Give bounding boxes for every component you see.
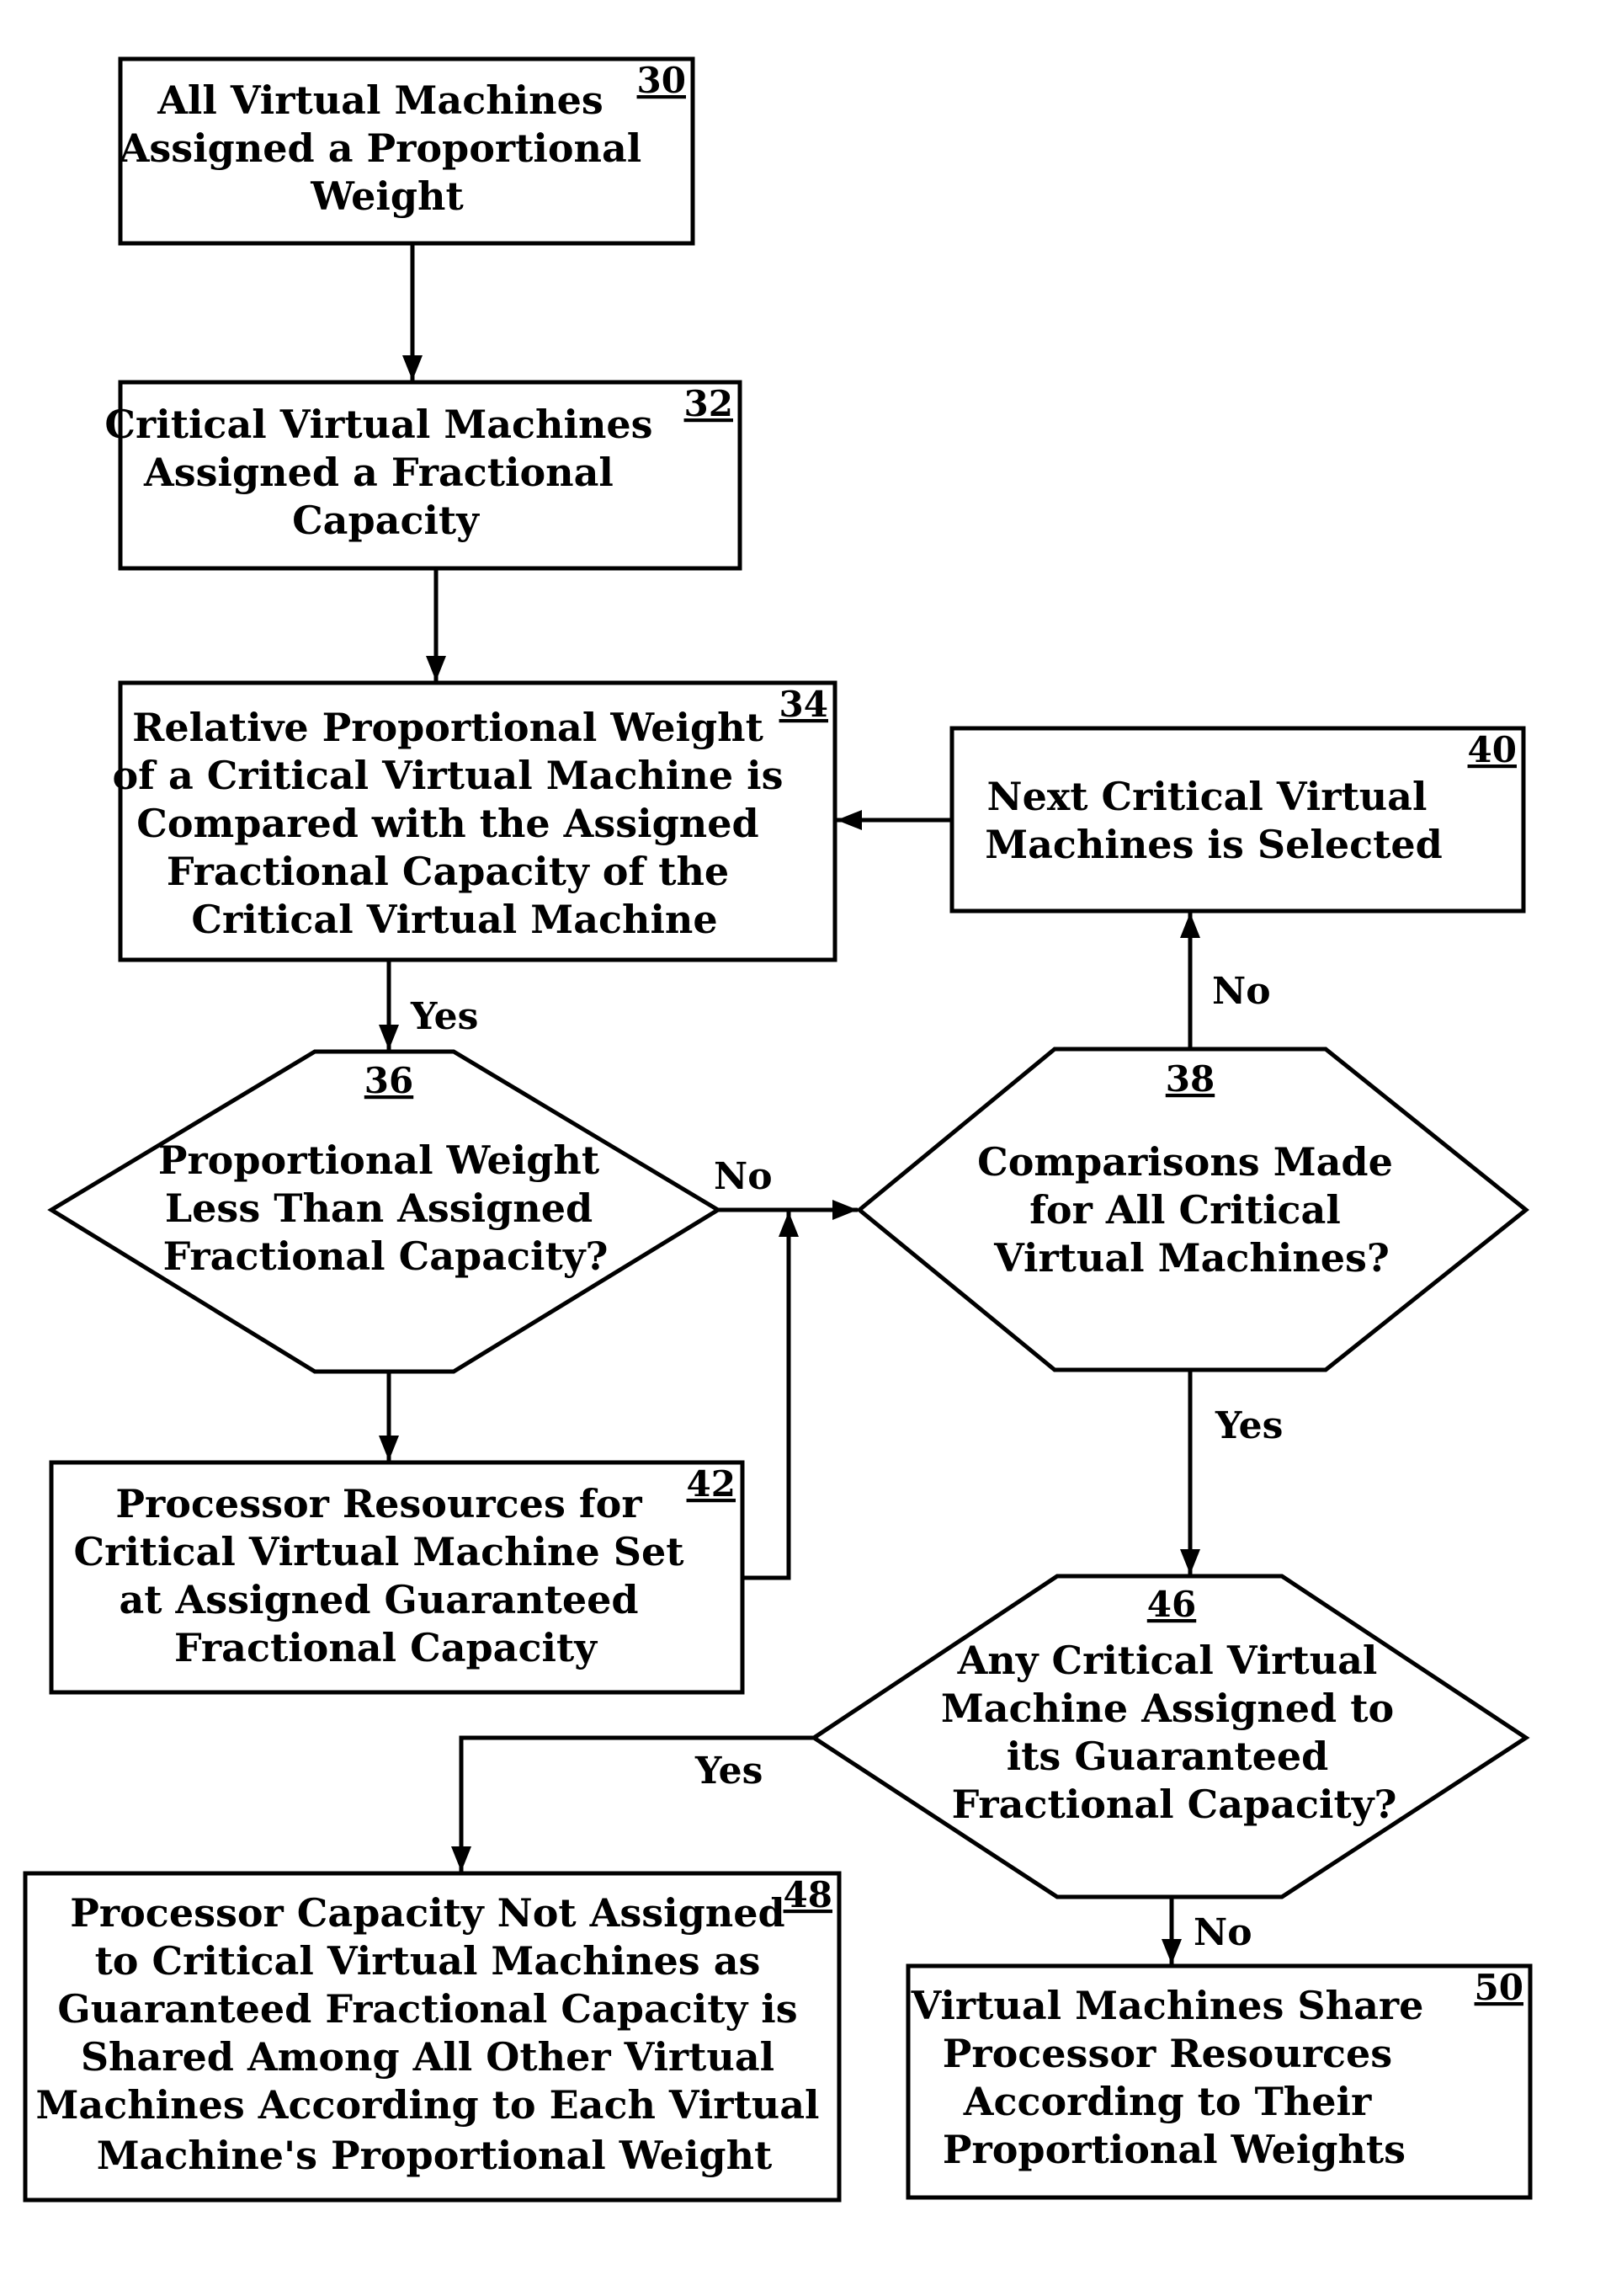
node-46: 46 Any Critical Virtual Machine Assigned… bbox=[810, 1574, 1530, 1899]
node-36-ref: 36 bbox=[364, 1060, 413, 1101]
edge-label-no-46-50: No bbox=[1194, 1911, 1252, 1954]
node-30: 30 All Virtual Machines Assigned a Propo… bbox=[118, 56, 695, 246]
node-40-ref: 40 bbox=[1468, 729, 1517, 770]
node-38-ref: 38 bbox=[1166, 1058, 1215, 1100]
node-46-ref: 46 bbox=[1147, 1584, 1196, 1625]
flowchart: Yes No No Yes Yes No 30 All Virtual Mach… bbox=[23, 56, 1533, 2203]
node-32-ref: 32 bbox=[684, 383, 733, 424]
node-42-ref: 42 bbox=[687, 1463, 736, 1505]
node-30-ref: 30 bbox=[637, 60, 686, 101]
edge-label-yes-34-36: Yes bbox=[410, 995, 478, 1038]
edge-label-yes-38-46: Yes bbox=[1215, 1404, 1283, 1447]
node-38: 38 Comparisons Made for All Critical Vir… bbox=[856, 1047, 1530, 1372]
node-40: 40 Next Critical Virtual Machines is Sel… bbox=[949, 726, 1526, 914]
node-48-text: Processor Capacity Not Assigned to Criti… bbox=[35, 1890, 832, 2178]
edge-42-38 bbox=[742, 1212, 799, 1580]
node-36-text: Proportional Weight Less Than Assigned F… bbox=[158, 1137, 613, 1279]
node-38-text: Comparisons Made for All Critical Virtua… bbox=[977, 1139, 1406, 1281]
node-34: 34 Relative Proportional Weight of a Cri… bbox=[113, 680, 837, 962]
node-50: 50 Virtual Machines Share Processor Reso… bbox=[906, 1963, 1533, 2200]
node-36: 36 Proportional Weight Less Than Assigne… bbox=[47, 1049, 722, 1374]
node-32: 32 Critical Virtual Machines Assigned a … bbox=[104, 380, 742, 571]
node-34-ref: 34 bbox=[779, 684, 828, 725]
node-34-text: Relative Proportional Weight of a Critic… bbox=[113, 705, 797, 942]
node-48: 48 Processor Capacity Not Assigned to Cr… bbox=[23, 1871, 842, 2203]
edge-label-no-38-40: No bbox=[1212, 970, 1271, 1013]
edge-label-yes-46-48: Yes bbox=[694, 1750, 763, 1793]
node-50-ref: 50 bbox=[1475, 1967, 1523, 2008]
edge-label-no-36-38: No bbox=[714, 1155, 773, 1198]
node-42: 42 Processor Resources for Critical Virt… bbox=[49, 1460, 745, 1695]
